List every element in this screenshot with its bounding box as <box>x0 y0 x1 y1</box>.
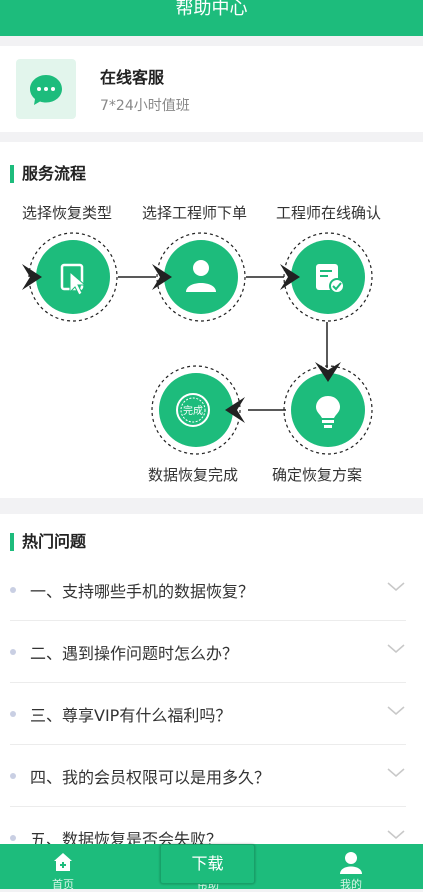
home-icon <box>54 853 72 871</box>
online-service-title: 在线客服 <box>100 68 165 87</box>
faq-item[interactable]: 二、遇到操作问题时怎么办？ <box>10 621 406 683</box>
chevron-down-icon <box>387 582 405 591</box>
page-title: 帮助中心 <box>175 0 248 19</box>
chevron-down-icon <box>387 644 405 653</box>
faq-question: 二、遇到操作问题时怎么办？ <box>30 644 239 663</box>
faq-question: 三、尊享VIP有什么福利吗？ <box>30 706 232 725</box>
faq-item[interactable]: 三、尊享VIP有什么福利吗？ <box>10 683 406 745</box>
bullet-dot <box>10 587 16 593</box>
step-recovery-done-icon: 完成 <box>151 365 245 455</box>
step-engineer-confirm-icon <box>280 232 373 322</box>
tab-mine[interactable]: 我的 <box>301 844 401 891</box>
tab-home-label: 首页 <box>52 878 74 891</box>
chevron-down-icon <box>387 768 405 777</box>
svg-text:完成: 完成 <box>183 404 203 417</box>
step-select-type-icon <box>22 232 118 322</box>
step-confirm-plan-icon <box>283 362 373 455</box>
bullet-dot <box>10 649 16 655</box>
online-service-card[interactable]: 在线客服 7*24小时值班 <box>0 46 423 132</box>
step-select-engineer-icon <box>152 232 246 322</box>
bullet-dot <box>10 835 16 841</box>
chat-icon <box>16 59 76 119</box>
faq-question: 一、支持哪些手机的数据恢复？ <box>30 582 255 601</box>
faq-item[interactable]: 四、我的会员权限可以是用多久？ <box>10 745 406 807</box>
download-button[interactable]: 下载 <box>160 844 255 884</box>
bullet-dot <box>10 773 16 779</box>
page-header: 帮助中心 <box>0 0 423 36</box>
hot-questions-section: 热门问题 一、支持哪些手机的数据恢复？ 二、遇到操作问题时怎么办？ 三、尊享VI… <box>0 514 423 889</box>
tab-mine-label: 我的 <box>340 878 362 891</box>
online-service-hours: 7*24小时值班 <box>100 98 190 114</box>
bottom-tab-bar: 首页 帮助 下载 我的 <box>0 844 423 891</box>
bullet-dot <box>10 711 16 717</box>
service-flow-section: 服务流程 选择恢复类型 选择工程师下单 工程师在线确认 确定恢复方案 数据恢复完… <box>0 142 423 498</box>
user-icon <box>340 852 362 874</box>
chevron-down-icon <box>387 830 405 839</box>
flow-diagram: 完成 <box>22 232 373 455</box>
hot-questions-title: 热门问题 <box>10 532 86 552</box>
tab-home[interactable]: 首页 <box>13 844 113 891</box>
faq-item[interactable]: 一、支持哪些手机的数据恢复？ <box>10 559 406 621</box>
chevron-down-icon <box>387 706 405 715</box>
faq-question: 四、我的会员权限可以是用多久？ <box>30 768 271 787</box>
